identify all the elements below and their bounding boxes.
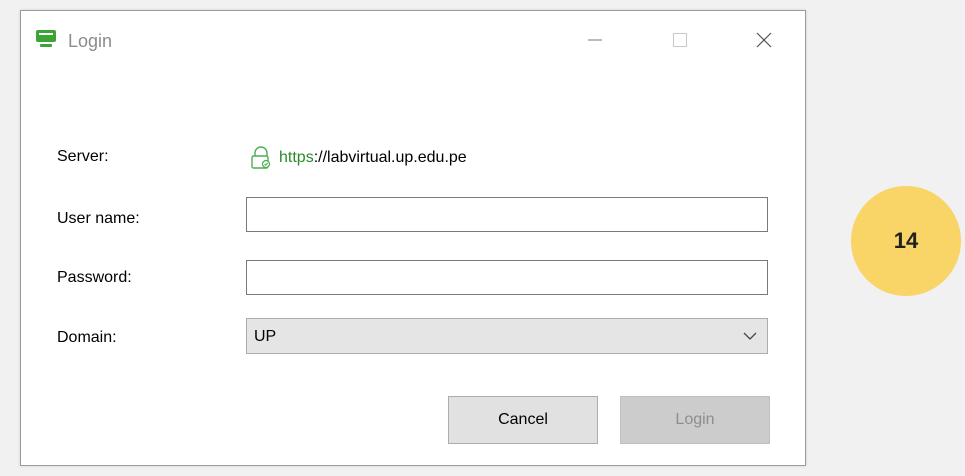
password-input[interactable] <box>246 260 768 295</box>
window-title: Login <box>68 31 113 51</box>
login-dialog: Login Server: https://labvirtual.up.edu. <box>20 10 806 466</box>
minimize-button[interactable] <box>572 25 618 55</box>
close-button[interactable] <box>741 25 787 55</box>
domain-label: Domain: <box>57 329 117 346</box>
password-label: Password: <box>57 269 132 286</box>
close-icon <box>756 32 772 48</box>
server-scheme: https <box>279 149 314 166</box>
chevron-down-icon <box>743 332 757 340</box>
username-input[interactable] <box>246 197 768 232</box>
domain-select[interactable]: UP <box>246 318 768 354</box>
maximize-button[interactable] <box>657 25 703 55</box>
server-label: Server: <box>57 148 109 165</box>
lock-icon <box>251 146 271 169</box>
maximize-icon <box>673 33 687 47</box>
monitor-icon <box>36 30 56 47</box>
title-bar[interactable]: Login <box>21 11 805 69</box>
domain-selected-value: UP <box>254 328 277 345</box>
cancel-button[interactable]: Cancel <box>448 396 598 444</box>
username-label: User name: <box>57 210 140 227</box>
minimize-icon <box>588 39 602 41</box>
server-address: ://labvirtual.up.edu.pe <box>313 149 467 166</box>
step-badge: 14 <box>851 186 961 296</box>
server-value: https://labvirtual.up.edu.pe <box>249 146 467 170</box>
login-button[interactable]: Login <box>620 396 770 444</box>
